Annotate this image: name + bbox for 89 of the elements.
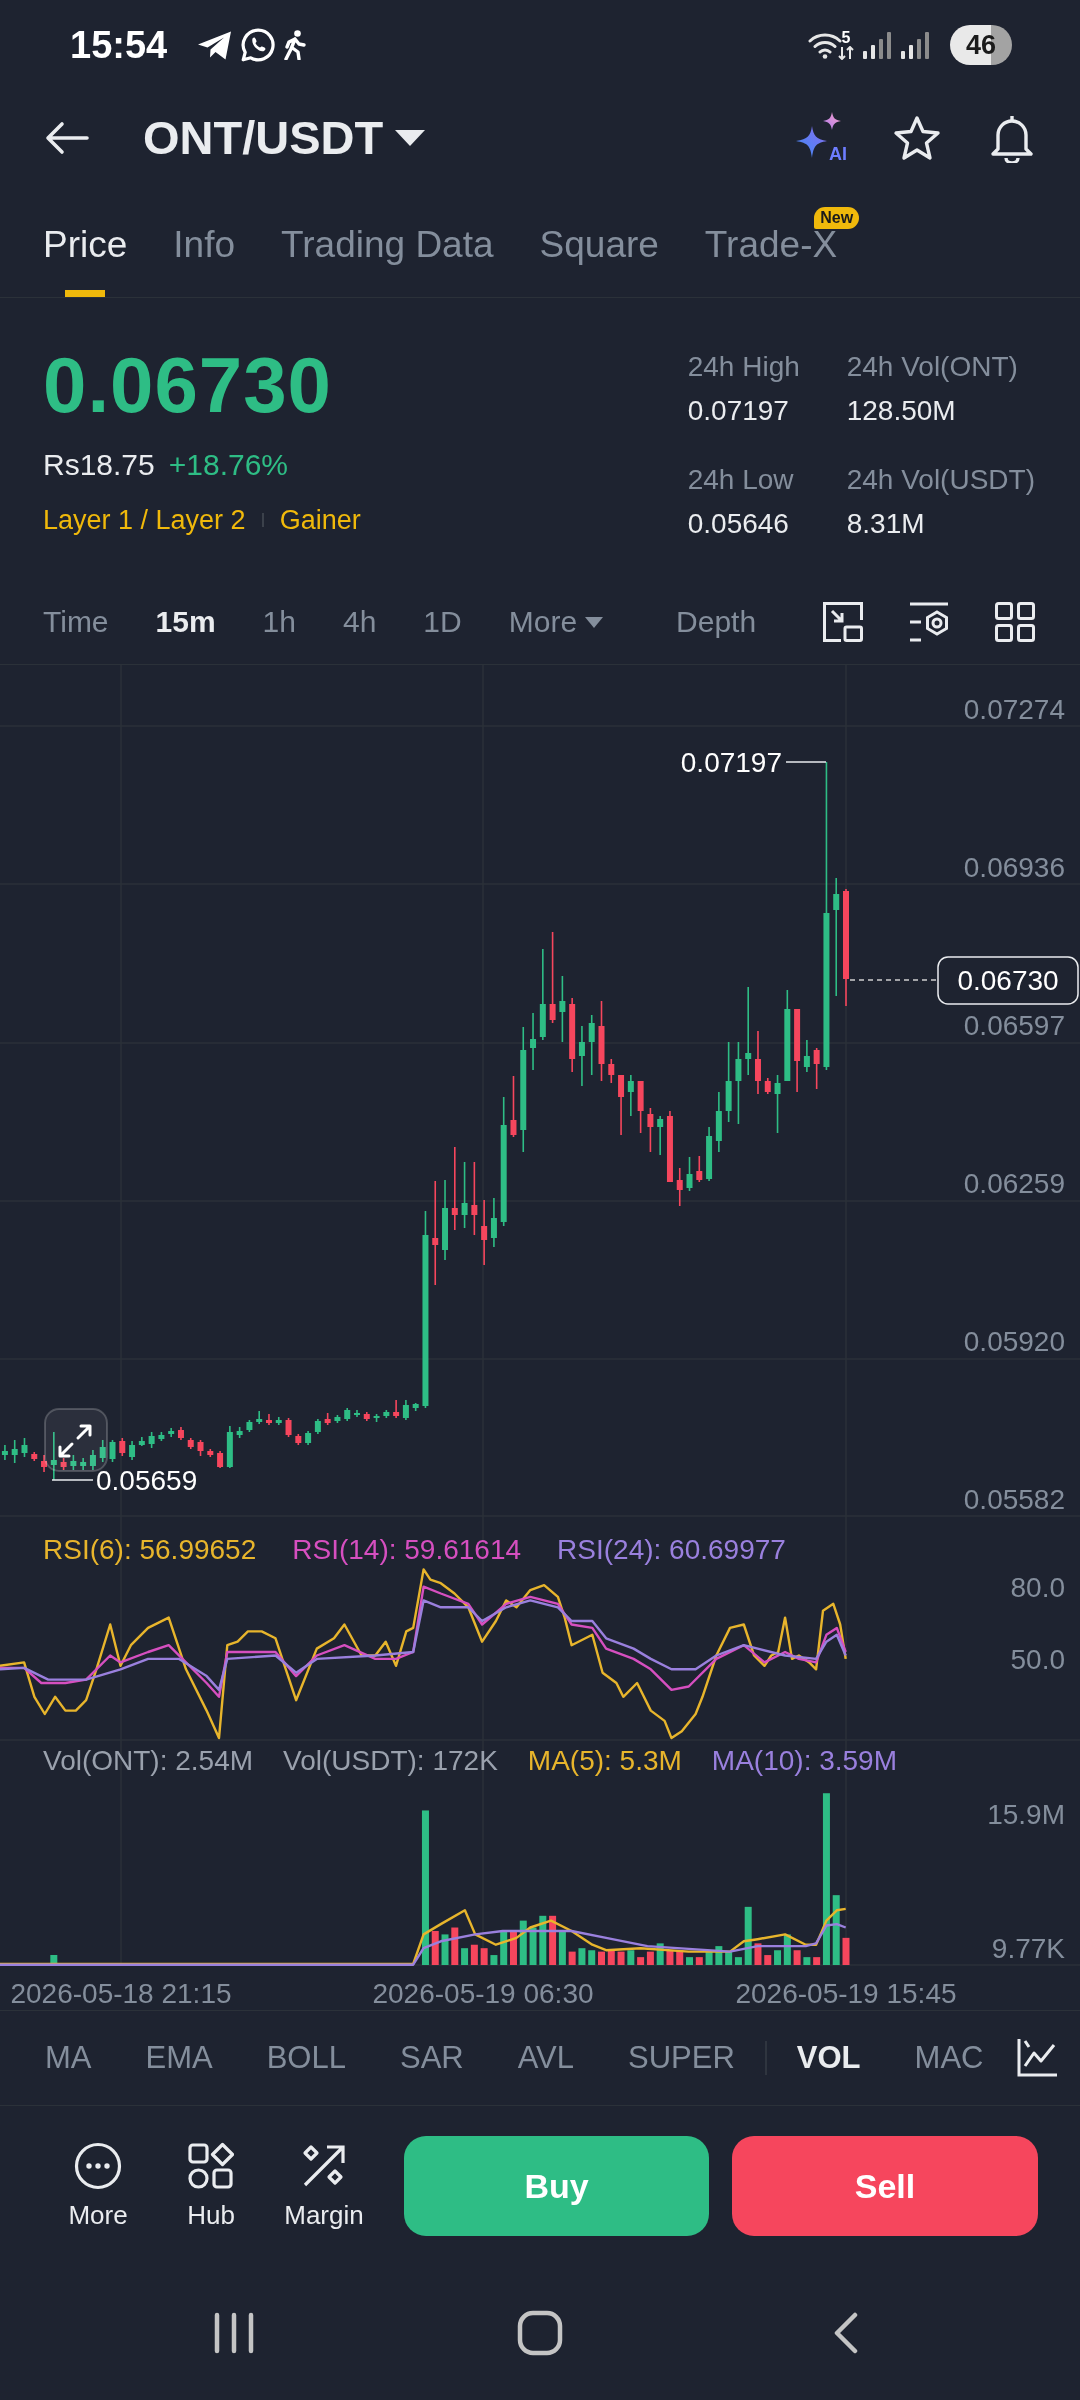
ai-assistant-button[interactable]: AI [795, 111, 847, 164]
data-arrows-icon [838, 46, 854, 60]
low-price-label: 0.05659 [96, 1465, 198, 1496]
price-axis-label: 0.05920 [963, 1326, 1065, 1357]
interval-tab[interactable]: 15m [155, 602, 216, 642]
stat-label: 24h Low [687, 463, 794, 497]
signal-icon [900, 30, 930, 60]
category-tag[interactable]: Layer 1 / Layer 2 [43, 500, 246, 540]
caret-down-icon [585, 616, 604, 628]
rsi-axis-label: 50.0 [1010, 1644, 1065, 1675]
tab[interactable]: Info [173, 223, 236, 297]
rsi-reading: RSI(6): 56.99652 [43, 1533, 257, 1567]
indicator-tab[interactable]: MA [45, 2038, 92, 2078]
status-time: 15:54 [70, 23, 168, 67]
shapes-grid-icon [188, 2142, 234, 2190]
battery-level: 46 [950, 25, 1012, 65]
time-axis-label: 2026-05-19 15:45 [735, 1978, 957, 2009]
buy-button[interactable]: Buy [404, 2136, 709, 2236]
price-axis-label: 0.07274 [963, 694, 1065, 725]
indicator-tab[interactable]: MAC [914, 2038, 984, 2078]
rsi-reading: RSI(14): 59.61614 [292, 1533, 522, 1567]
pair-title[interactable]: ONT/USDT [143, 114, 384, 161]
time-axis-label: 2026-05-19 06:30 [372, 1978, 594, 2009]
stat-value: 0.05646 [687, 507, 789, 541]
indicator-tab[interactable]: EMA [145, 2038, 213, 2078]
indicator-tab[interactable]: VOL [796, 2038, 861, 2078]
rsi-axis-label: 80.0 [1010, 1572, 1065, 1603]
home-icon[interactable] [517, 2310, 563, 2356]
category-tag[interactable]: Gainer [279, 500, 361, 540]
tab[interactable]: Square [539, 223, 659, 297]
leader-line [51, 1479, 94, 1481]
paper-plane-icon [198, 30, 233, 60]
volume-reading: Vol(USDT): 172K [283, 1744, 498, 1778]
more-icon [74, 2142, 122, 2190]
stat-label: 24h High [687, 350, 800, 384]
stat-value: 0.07197 [687, 394, 789, 428]
price-axis-label: 0.06936 [963, 852, 1065, 883]
interval-tab[interactable]: Depth [676, 602, 757, 642]
indicator-tab[interactable]: SUPER [628, 2038, 735, 2078]
price-change: +18.76% [168, 447, 289, 483]
interval-tab[interactable]: Time [43, 602, 109, 642]
fiat-price: Rs18.75 [43, 447, 155, 483]
toolbar-action[interactable]: Hub [161, 2142, 261, 2230]
stat-label: 24h Vol(ONT) [846, 350, 1018, 384]
indicator-tab[interactable]: AVL [517, 2038, 574, 2078]
new-badge: New [814, 207, 860, 229]
grid-icon[interactable] [995, 602, 1035, 642]
last-price-tag: 0.06730 [937, 956, 1079, 1005]
price-axis-label: 0.05582 [963, 1484, 1065, 1515]
volume-axis-label: 15.9M [987, 1799, 1065, 1830]
star-icon[interactable] [893, 114, 941, 161]
toolbar-action[interactable]: More [48, 2142, 148, 2230]
price-axis-label: 0.06597 [963, 1010, 1065, 1041]
last-price: 0.06730 [43, 346, 332, 424]
wifi-icon [808, 31, 842, 59]
tab[interactable]: Trading Data [281, 223, 494, 297]
time-axis-label: 2026-05-18 21:15 [10, 1978, 232, 2009]
nav-back-icon[interactable] [833, 2312, 859, 2354]
leader-line [785, 761, 827, 763]
stat-value: 8.31M [846, 507, 925, 541]
expand-icon [58, 1424, 92, 1458]
sell-button[interactable]: Sell [732, 2136, 1038, 2236]
interval-tab[interactable]: 1D [423, 602, 462, 642]
walking-person-icon [284, 30, 307, 60]
indicator-tab[interactable]: BOLL [266, 2038, 346, 2078]
volume-axis-label: 9.77K [991, 1933, 1065, 1964]
interval-tab[interactable]: 1h [262, 602, 296, 642]
network-type-label: 5 [841, 30, 851, 46]
stat-value: 128.50M [846, 394, 956, 428]
caret-down-icon[interactable] [395, 129, 426, 146]
price-axis-label: 0.06259 [963, 1168, 1065, 1199]
volume-reading: MA(10): 3.59M [711, 1744, 897, 1778]
back-arrow-icon[interactable] [45, 120, 89, 155]
volume-reading: MA(5): 5.3M [527, 1744, 682, 1778]
settings-icon[interactable] [908, 602, 950, 642]
line-chart-icon[interactable] [1017, 2039, 1057, 2077]
picture-in-picture-icon[interactable] [823, 602, 863, 642]
phone-bubble-icon [241, 28, 276, 62]
expand-button[interactable] [44, 1408, 108, 1472]
high-price-label: 0.07197 [680, 747, 782, 778]
stat-label: 24h Vol(USDT) [846, 463, 1035, 497]
signal-icon [862, 30, 892, 60]
rsi-reading: RSI(24): 60.69977 [557, 1533, 786, 1567]
interval-tab[interactable]: 4h [343, 602, 377, 642]
toolbar-action[interactable]: Margin [274, 2142, 374, 2230]
indicator-tab[interactable]: SAR [399, 2038, 464, 2078]
interval-tab[interactable]: More [508, 602, 604, 642]
recent-apps-icon[interactable] [213, 2312, 255, 2354]
volume-reading: Vol(ONT): 2.54M [43, 1744, 254, 1778]
